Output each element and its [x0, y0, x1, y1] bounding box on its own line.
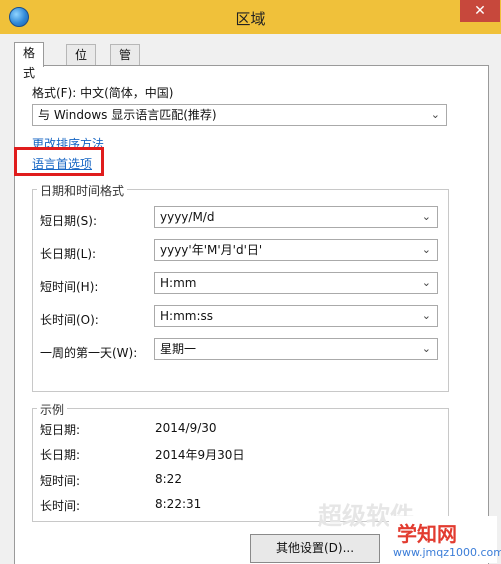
- example-long-time-label: 长时间:: [40, 499, 81, 513]
- examples-legend: 示例: [37, 401, 68, 418]
- window-title: 区域: [235, 10, 266, 28]
- example-long-time-value: 8:22:31: [155, 497, 202, 511]
- long-time-label: 长时间(O):: [40, 313, 99, 327]
- format-select[interactable]: 与 Windows 显示语言匹配(推荐) ⌄: [32, 104, 447, 126]
- first-day-select[interactable]: 星期一 ⌄: [154, 338, 438, 360]
- short-date-label: 短日期(S):: [40, 214, 98, 228]
- chevron-down-icon: ⌄: [421, 342, 431, 355]
- short-date-select[interactable]: yyyy/M/d ⌄: [154, 206, 438, 228]
- watermark-logo: 学知网 www.jmqz1000.com: [389, 516, 501, 563]
- short-date-value: yyyy/M/d: [160, 210, 215, 224]
- chevron-down-icon: ⌄: [421, 210, 431, 223]
- example-long-date-label: 长日期:: [40, 448, 81, 462]
- chevron-down-icon: ⌄: [421, 309, 431, 322]
- long-date-label: 长日期(L):: [40, 247, 97, 261]
- close-button[interactable]: ✕: [460, 0, 500, 22]
- format-label: 格式(F): 中文(简体，中国): [32, 86, 174, 100]
- chevron-down-icon: ⌄: [421, 243, 431, 256]
- chevron-down-icon: ⌄: [430, 108, 440, 121]
- watermark-url: www.jmqz1000.com: [393, 546, 501, 559]
- watermark-brand: 学知网: [397, 522, 457, 546]
- short-time-select[interactable]: H:mm ⌄: [154, 272, 438, 294]
- datetime-format-legend: 日期和时间格式: [37, 182, 128, 199]
- title-bar: 区域 ✕: [0, 0, 501, 34]
- long-date-value: yyyy'年'M'月'd'日': [160, 243, 263, 257]
- chevron-down-icon: ⌄: [421, 276, 431, 289]
- short-time-value: H:mm: [160, 276, 197, 290]
- first-day-label: 一周的第一天(W):: [40, 346, 138, 360]
- example-short-date-label: 短日期:: [40, 423, 81, 437]
- tab-format[interactable]: 格式: [14, 42, 45, 80]
- other-settings-button[interactable]: 其他设置(D)...: [250, 534, 380, 563]
- example-short-date-value: 2014/9/30: [155, 421, 217, 435]
- short-time-label: 短时间(H):: [40, 280, 99, 294]
- example-short-time-value: 8:22: [155, 472, 182, 486]
- long-date-select[interactable]: yyyy'年'M'月'd'日' ⌄: [154, 239, 438, 261]
- long-time-value: H:mm:ss: [160, 309, 213, 323]
- tab-location[interactable]: 位置: [66, 44, 97, 82]
- long-time-select[interactable]: H:mm:ss ⌄: [154, 305, 438, 327]
- example-short-time-label: 短时间:: [40, 474, 81, 488]
- example-long-date-value: 2014年9月30日: [155, 448, 245, 462]
- first-day-value: 星期一: [160, 342, 197, 356]
- highlight-box: [14, 147, 104, 176]
- format-select-value: 与 Windows 显示语言匹配(推荐): [38, 108, 217, 122]
- tab-administrative[interactable]: 管理: [110, 44, 141, 82]
